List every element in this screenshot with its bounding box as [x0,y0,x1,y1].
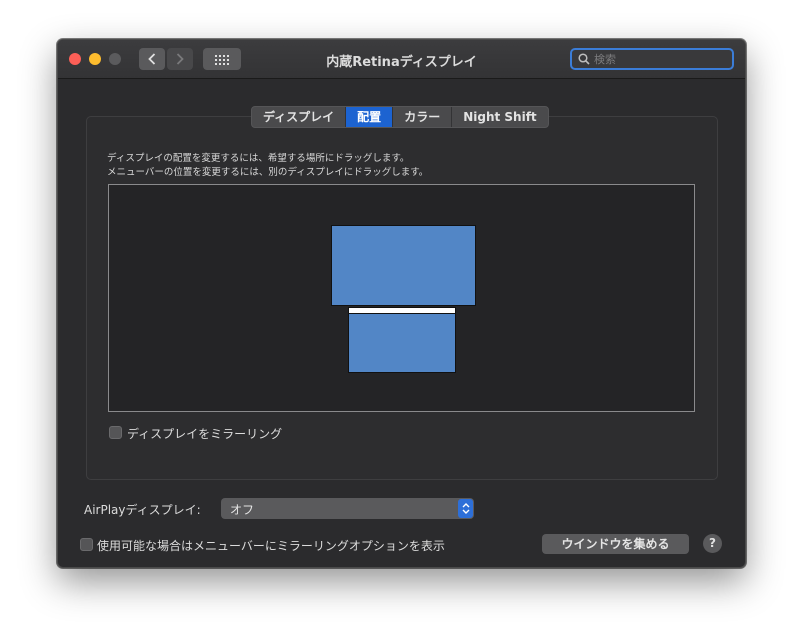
airplay-display-select[interactable]: オフ [221,498,474,519]
tab-display[interactable]: ディスプレイ [252,107,347,127]
title-bar: 内蔵Retinaディスプレイ [58,40,745,79]
instruction-line-2: メニューバーの位置を変更するには、別のディスプレイにドラッグします。 [107,167,429,178]
airplay-display-value: オフ [230,503,255,517]
search-input[interactable] [594,52,714,66]
mirror-displays-checkbox[interactable] [109,426,122,439]
airplay-display-label: AirPlayディスプレイ: [84,503,201,517]
tab-color[interactable]: カラー [393,107,453,127]
tab-bar: ディスプレイ 配置 カラー Night Shift [251,106,549,128]
chevron-updown-icon [458,499,473,518]
show-mirroring-options-label: 使用可能な場合はメニューバーにミラーリングオプションを表示 [97,539,445,553]
instruction-line-1: ディスプレイの配置を変更するには、希望する場所にドラッグします。 [107,153,410,164]
tab-night-shift[interactable]: Night Shift [452,107,547,127]
menubar-indicator[interactable] [349,308,455,314]
tab-arrangement[interactable]: 配置 [346,107,394,127]
main-display[interactable] [331,225,476,306]
display-arrangement-area[interactable] [108,184,695,412]
search-field[interactable] [570,48,734,70]
secondary-display[interactable] [348,307,456,373]
search-icon [578,53,590,65]
system-preferences-window: 内蔵Retinaディスプレイ ディスプレイ 配置 カラー Night Shift… [57,39,746,568]
show-mirroring-options-checkbox[interactable] [80,538,93,551]
mirror-displays-label: ディスプレイをミラーリング [127,427,283,441]
help-button[interactable]: ? [703,534,722,553]
arrangement-instructions: ディスプレイの配置を変更するには、希望する場所にドラッグします。 メニューバーの… [107,152,428,180]
gather-windows-button[interactable]: ウインドウを集める [542,534,689,554]
